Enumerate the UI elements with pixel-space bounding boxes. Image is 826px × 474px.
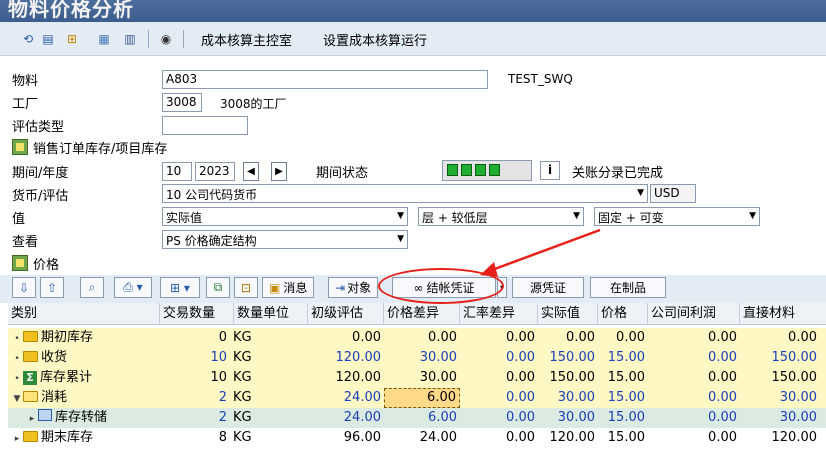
annotation-arrow bbox=[480, 228, 601, 277]
